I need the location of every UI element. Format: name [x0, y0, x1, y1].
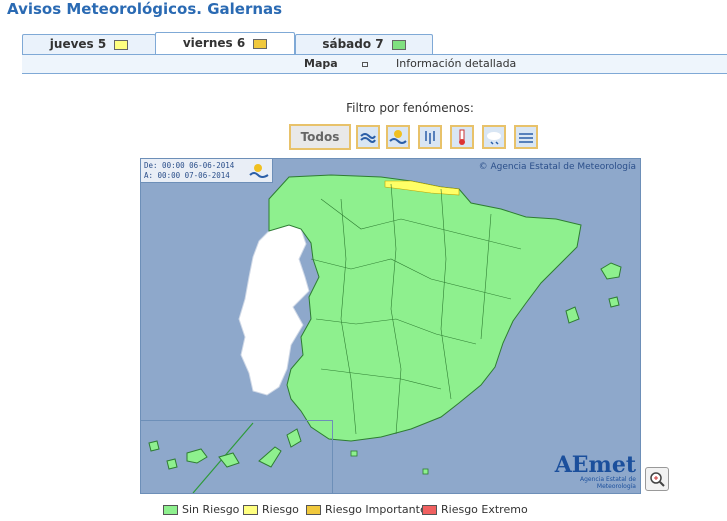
risk-swatch [253, 38, 268, 49]
logo-text: AEmet [554, 452, 636, 478]
legend-swatch [306, 505, 321, 515]
legend-swatch [163, 505, 178, 515]
subnav-bar: Mapa Información detallada [22, 54, 727, 74]
weather-map: De: 00:00 06-06-2014 A: 00:00 07-06-2014… [140, 158, 641, 494]
legend-label: Riesgo Extremo [441, 503, 528, 516]
filter-label: Filtro por fenómenos: [346, 101, 474, 115]
legend-item: Riesgo Importante [306, 503, 427, 516]
galerna-phenomenon-icon [249, 164, 269, 178]
page-title: Avisos Meteorológicos. Galernas [7, 0, 283, 18]
zoom-button[interactable] [645, 467, 669, 491]
logo-subtext: Agencia Estatal de Meteorología [579, 476, 636, 490]
tab-label: viernes 6 [182, 36, 246, 50]
legend-swatch [422, 505, 437, 515]
tab-sabado[interactable]: sábado 7 [295, 34, 433, 54]
filter-todos-button[interactable]: Todos [289, 124, 351, 150]
magnifier-icon [650, 472, 665, 487]
day-tabs: jueves 5 viernes 6 sábado 7 [22, 32, 727, 54]
legend-item: Riesgo Extremo [422, 503, 528, 516]
tab-label: sábado 7 [322, 37, 384, 51]
risk-swatch [391, 39, 406, 50]
copyright-icon: © [478, 162, 488, 172]
subnav-mapa-link[interactable]: Mapa [304, 57, 338, 70]
wind-icon[interactable] [356, 125, 380, 149]
legend-swatch [243, 505, 258, 515]
tab-jueves[interactable]: jueves 5 [22, 34, 156, 54]
galerna-icon[interactable] [386, 125, 410, 149]
copyright-notice: © Agencia Estatal de Meteorología [479, 162, 636, 172]
aemet-logo: AEmet Agencia Estatal de Meteorología [552, 454, 636, 490]
risk-swatch [114, 39, 129, 50]
legend-item: Riesgo [243, 503, 299, 516]
legend-label: Sin Riesgo [182, 503, 240, 516]
tab-label: jueves 5 [49, 37, 107, 51]
snow-icon[interactable] [482, 125, 506, 149]
fog-icon[interactable] [514, 125, 538, 149]
legend-label: Riesgo Importante [325, 503, 427, 516]
subnav-info-link[interactable]: Información detallada [396, 57, 516, 70]
canary-islands-inset [141, 420, 333, 493]
rain-icon[interactable] [418, 125, 442, 149]
canary-islands-map[interactable] [141, 421, 332, 493]
legend-label: Riesgo [262, 503, 299, 516]
legend-item: Sin Riesgo [163, 503, 239, 516]
subnav-bullet-icon [362, 62, 368, 67]
tab-viernes[interactable]: viernes 6 [155, 32, 295, 54]
temperature-icon[interactable] [450, 125, 474, 149]
copyright-text: Agencia Estatal de Meteorología [490, 162, 637, 172]
